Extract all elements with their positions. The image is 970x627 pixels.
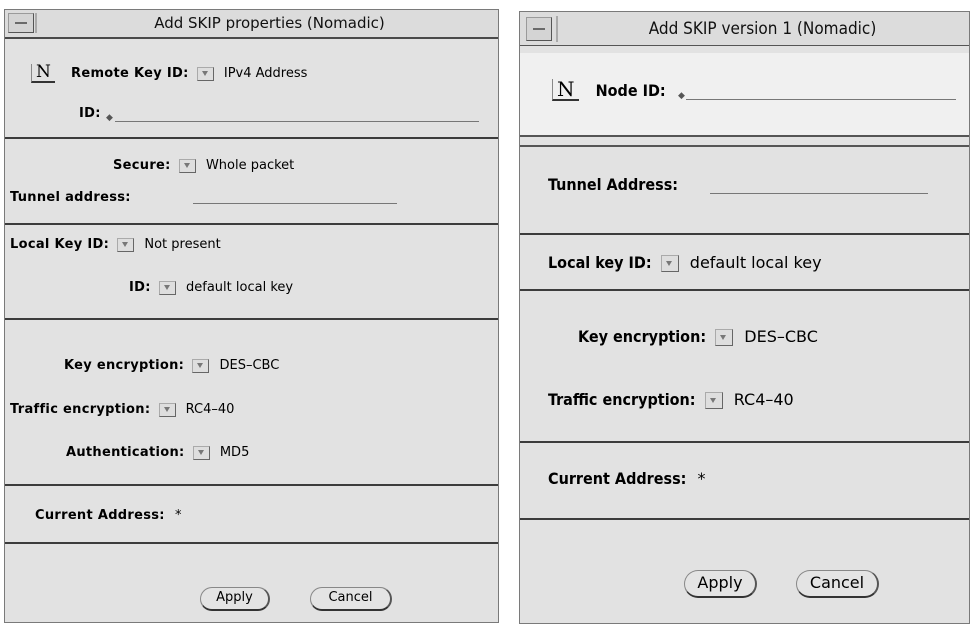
window-menu-icon[interactable] [8,13,34,33]
tunnel-section: Secure: Whole packet Tunnel address: [5,137,498,225]
apply-button[interactable]: Apply [684,570,757,598]
local-key-section: Local Key ID: Not present ID: default lo… [5,223,498,320]
id-input[interactable] [115,121,479,122]
window-title: Add SKIP version 1 (Nomadic) [648,19,877,39]
traffic-encryption-label: Traffic encryption: [548,390,696,409]
traffic-encryption-value: RC4–40 [733,390,794,409]
abbreviated-menu-button-icon[interactable] [192,445,210,460]
local-key-value: default local key [689,253,822,272]
apply-button[interactable]: Apply [200,587,270,611]
window-title: Add SKIP properties (Nomadic) [154,14,385,32]
local-id-value: default local key [186,280,294,295]
title-separator [35,13,37,33]
remote-key-value: IPv4 Address [223,66,308,81]
secure-label: Secure: [113,158,171,173]
abbreviated-menu-button-icon[interactable] [196,66,214,81]
local-key-section: Local key ID: default local key [520,231,969,291]
node-id-input[interactable] [686,99,956,100]
node-id-section: N Node ID: ◆ [520,53,969,137]
text-caret-icon: ◆ [106,113,113,123]
abbreviated-menu-button-icon[interactable] [192,358,210,373]
name-button[interactable]: N [31,64,55,83]
local-key-label: Local Key ID: [10,237,110,252]
remote-key-label: Remote Key ID: [71,66,189,81]
tunnel-address-label: Tunnel Address: [548,175,679,194]
authentication-value: MD5 [219,445,250,460]
current-address-section: Current Address: * [520,441,969,520]
abbreviated-menu-button-icon[interactable] [117,237,135,252]
key-encryption-label: Key encryption: [64,358,185,373]
abbreviated-menu-button-icon[interactable] [704,392,723,409]
encryption-section: Key encryption: DES–CBC Traffic encrypti… [520,289,969,443]
tunnel-address-input[interactable] [710,193,928,194]
current-address-value: * [174,508,182,523]
abbreviated-menu-button-icon[interactable] [178,158,196,173]
local-key-value: Not present [144,237,221,252]
abbreviated-menu-button-icon[interactable] [158,280,176,295]
title-bar: Add SKIP properties (Nomadic) [5,10,498,39]
key-encryption-value: DES–CBC [744,327,818,346]
id-label: ID: [79,106,101,121]
cancel-button[interactable]: Cancel [796,570,879,598]
current-address-label: Current Address: [548,469,687,488]
abbreviated-menu-button-icon[interactable] [715,329,734,346]
cancel-button[interactable]: Cancel [310,587,392,611]
key-encryption-label: Key encryption: [578,327,707,346]
skip-properties-window: Add SKIP properties (Nomadic) N Remote K… [4,9,499,623]
node-id-label: Node ID: [595,81,666,100]
authentication-label: Authentication: [66,445,185,460]
name-button[interactable]: N [552,79,579,101]
local-key-label: Local key ID: [548,253,652,272]
traffic-encryption-value: RC4–40 [185,402,235,417]
text-caret-icon: ◆ [678,91,685,101]
tunnel-section: Tunnel Address: [520,145,969,235]
encryption-section: Key encryption: DES–CBC Traffic encrypti… [5,318,498,486]
current-address-value: * [697,469,706,488]
secure-value: Whole packet [205,158,295,173]
tunnel-address-label: Tunnel address: [10,190,131,205]
title-bar: Add SKIP version 1 (Nomadic) [520,12,969,46]
current-address-label: Current Address: [35,508,165,523]
skip-version1-window: Add SKIP version 1 (Nomadic) N Node ID: … [519,11,970,624]
current-address-section: Current Address: * [5,484,498,544]
remote-key-section: N Remote Key ID: IPv4 Address ID: ◆ [5,39,498,139]
tunnel-address-input[interactable] [193,203,397,204]
local-id-label: ID: [129,280,151,295]
window-menu-icon[interactable] [526,17,552,41]
traffic-encryption-label: Traffic encryption: [10,402,151,417]
abbreviated-menu-button-icon[interactable] [158,402,176,417]
abbreviated-menu-button-icon[interactable] [660,255,679,272]
key-encryption-value: DES–CBC [219,358,280,373]
